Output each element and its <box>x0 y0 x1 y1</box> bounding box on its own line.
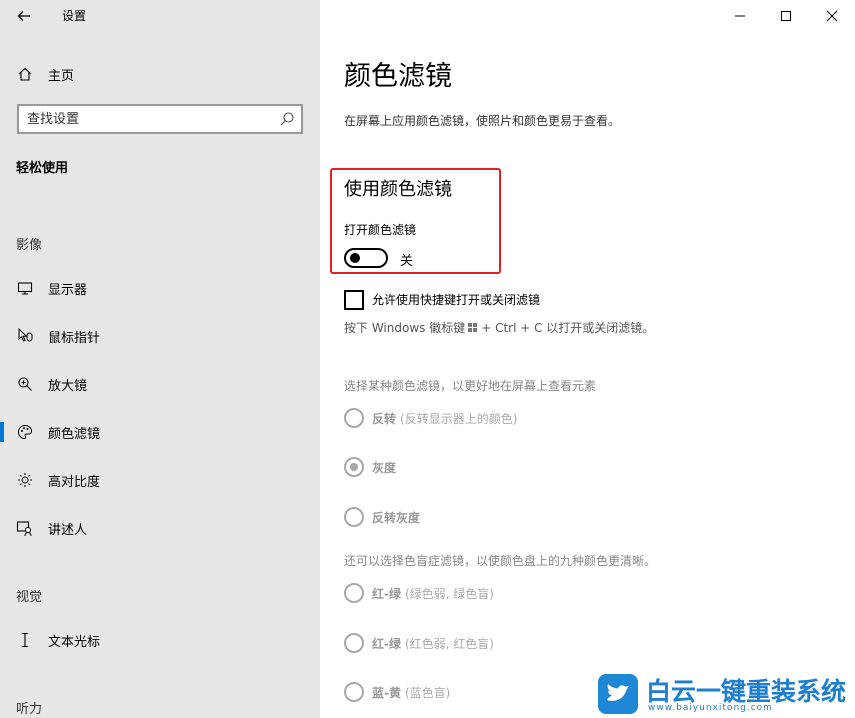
sidebar-item-label: 颜色滤镜 <box>48 426 101 442</box>
sidebar-item-label: 高对比度 <box>48 474 101 490</box>
sidebar: 设置 主页 轻松使用 影像 显示器 <box>0 0 320 718</box>
monitor-icon <box>16 279 34 297</box>
radio-label: 反转灰度 <box>372 510 421 525</box>
brightness-icon <box>16 471 34 489</box>
back-arrow-icon <box>17 11 30 21</box>
radio-button[interactable] <box>344 682 364 702</box>
section-title: 轻松使用 <box>16 161 69 176</box>
mouse-pointer-icon <box>16 327 34 345</box>
filter-option-deuteranopia[interactable]: 红-绿 (绿色弱, 绿色盲) <box>344 582 494 604</box>
radio-label: 灰度 <box>372 460 397 475</box>
sidebar-item-label: 讲述人 <box>48 522 88 538</box>
group-label-hearing: 听力 <box>16 702 43 717</box>
shortcut-checkbox[interactable] <box>344 290 364 310</box>
selection-indicator <box>0 422 4 442</box>
watermark-url: www.baiyunxitong.com <box>648 703 773 713</box>
sidebar-item-mouse-pointer[interactable]: 鼠标指针 <box>0 316 320 356</box>
sidebar-item-text-cursor[interactable]: 文本光标 <box>0 620 320 660</box>
page-description: 在屏幕上应用颜色滤镜，使照片和颜色更易于查看。 <box>344 114 621 128</box>
back-button[interactable] <box>10 4 38 28</box>
radio-button[interactable] <box>344 507 364 527</box>
filter-option-protanopia[interactable]: 红-绿 (红色弱, 红色盲) <box>344 632 494 654</box>
sidebar-item-label: 主页 <box>48 68 75 84</box>
choose-filter-description: 选择某种颜色滤镜，以更好地在屏幕上查看元素 <box>344 379 597 393</box>
filter-option-invert[interactable]: 反转 (反转显示器上的颜色) <box>344 407 517 429</box>
text-cursor-icon <box>16 631 34 649</box>
close-icon <box>826 10 838 22</box>
search-icon[interactable] <box>279 111 295 127</box>
close-button[interactable] <box>809 0 855 32</box>
toggle-knob <box>350 253 360 263</box>
radio-button[interactable] <box>344 457 364 477</box>
content-pane: 颜色滤镜 在屏幕上应用颜色滤镜，使照片和颜色更易于查看。 使用颜色滤镜 打开颜色… <box>320 0 855 718</box>
palette-icon <box>16 423 34 441</box>
sidebar-item-label: 鼠标指针 <box>48 330 101 346</box>
section-heading: 使用颜色滤镜 <box>344 179 452 200</box>
filter-option-inverted-grayscale[interactable]: 反转灰度 <box>344 506 420 528</box>
narrator-icon <box>16 519 34 537</box>
radio-label: 红-绿 (绿色弱, 绿色盲) <box>372 586 494 601</box>
watermark: 白云一键重装系统 www.baiyunxitong.com <box>598 672 848 716</box>
shortcut-hint-prefix: 按下 Windows 徽标键 <box>344 321 466 335</box>
radio-button[interactable] <box>344 583 364 603</box>
maximize-icon <box>781 11 791 21</box>
group-label-vision: 影像 <box>16 238 43 253</box>
maximize-button[interactable] <box>763 0 809 32</box>
magnifier-icon <box>16 375 34 393</box>
color-filter-toggle[interactable] <box>344 248 388 268</box>
sidebar-item-label: 放大镜 <box>48 378 88 394</box>
sidebar-item-narrator[interactable]: 讲述人 <box>0 508 320 548</box>
sidebar-item-display[interactable]: 显示器 <box>0 268 320 308</box>
minimize-button[interactable] <box>717 0 763 32</box>
page-title: 颜色滤镜 <box>344 61 452 92</box>
toggle-state-text: 关 <box>400 254 414 269</box>
group-label-sight: 视觉 <box>16 590 43 605</box>
radio-label: 反转 (反转显示器上的颜色) <box>372 411 518 426</box>
windows-logo-icon <box>468 322 478 333</box>
sidebar-item-label: 显示器 <box>48 282 88 298</box>
toggle-label: 打开颜色滤镜 <box>344 223 417 237</box>
sidebar-item-high-contrast[interactable]: 高对比度 <box>0 460 320 500</box>
radio-label: 红-绿 (红色弱, 红色盲) <box>372 636 494 651</box>
shortcut-hint-suffix: + Ctrl + C 以打开或关闭滤镜。 <box>481 321 655 335</box>
app-title: 设置 <box>62 9 87 23</box>
sidebar-item-label: 文本光标 <box>48 634 101 650</box>
bird-logo-icon <box>598 674 638 714</box>
search-box[interactable] <box>17 104 303 134</box>
radio-button[interactable] <box>344 408 364 428</box>
minimize-icon <box>735 15 745 17</box>
radio-label: 蓝-黄 (蓝色盲) <box>372 685 451 700</box>
radio-button[interactable] <box>344 633 364 653</box>
sidebar-item-home[interactable]: 主页 <box>0 58 320 90</box>
sidebar-item-magnifier[interactable]: 放大镜 <box>0 364 320 404</box>
search-input[interactable] <box>27 110 267 128</box>
filter-option-tritanopia[interactable]: 蓝-黄 (蓝色盲) <box>344 681 450 703</box>
filter-option-grayscale[interactable]: 灰度 <box>344 456 396 478</box>
home-icon <box>16 65 34 83</box>
sidebar-item-color-filters[interactable]: 颜色滤镜 <box>0 412 320 452</box>
shortcut-hint: 按下 Windows 徽标键 + Ctrl + C 以打开或关闭滤镜。 <box>344 319 654 336</box>
shortcut-checkbox-label[interactable]: 允许使用快捷键打开或关闭滤镜 <box>372 291 540 308</box>
colorblind-description: 还可以选择色盲症滤镜，以使颜色盘上的九种颜色更清晰。 <box>344 554 657 568</box>
window-controls <box>717 0 855 32</box>
titlebar-left: 设置 <box>0 0 320 32</box>
